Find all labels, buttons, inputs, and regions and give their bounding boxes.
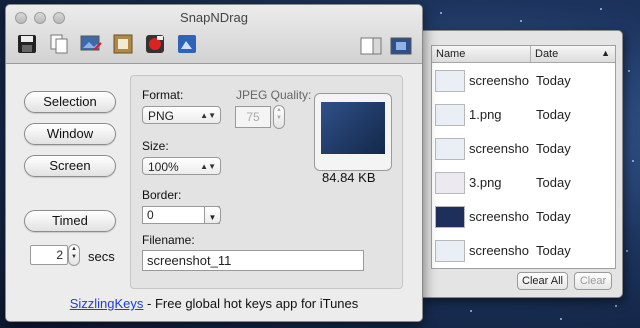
preview-image	[321, 102, 385, 154]
column-date-header[interactable]: Date	[535, 48, 558, 60]
file-name: screensho	[469, 141, 529, 156]
size-label: Size:	[142, 139, 169, 153]
file-date: Today	[536, 107, 571, 122]
settings-group: Format: PNG ▲▼ JPEG Quality: 75 ▲ ▼ Size:…	[130, 75, 403, 289]
format-value: PNG	[148, 109, 175, 123]
chevron-down-icon: ▼	[208, 213, 217, 222]
file-date: Today	[536, 175, 571, 190]
list-item[interactable]: 3.png Today	[432, 165, 615, 199]
file-name: screensho	[469, 243, 529, 258]
clear-all-button[interactable]: Clear All	[517, 272, 568, 290]
list-item[interactable]: screensho Today	[432, 63, 615, 97]
title-bar: SnapNDrag	[6, 5, 422, 64]
file-date: Today	[536, 73, 571, 88]
copy-icon[interactable]	[48, 33, 70, 55]
toolbar	[16, 33, 198, 55]
timed-button[interactable]: Timed	[24, 210, 116, 232]
screenshot-preview[interactable]	[314, 93, 392, 171]
file-date: Today	[536, 243, 571, 258]
sizzlingkeys-link[interactable]: SizzlingKeys	[70, 296, 144, 311]
footer-text: - Free global hot keys app for iTunes	[143, 296, 359, 311]
size-select[interactable]: 100% ▲▼	[142, 157, 221, 175]
file-name: screensho	[469, 209, 529, 224]
jpeg-quality-label: JPEG Quality:	[236, 88, 312, 102]
jpeg-quality-field[interactable]: 75	[235, 106, 271, 128]
border-value: 0	[147, 208, 154, 222]
column-name-header[interactable]: Name	[436, 48, 465, 60]
sidebar-toggle-icon[interactable]	[360, 35, 382, 57]
history-list[interactable]: Name Date ▲ screensho Today 1.png Today scre…	[431, 45, 616, 269]
picture-icon[interactable]	[176, 33, 198, 55]
list-item[interactable]: screensho Today	[432, 131, 615, 165]
screen-capture-icon[interactable]	[390, 35, 412, 57]
size-value: 100%	[148, 160, 179, 174]
updown-arrows-icon: ▲▼	[200, 111, 216, 120]
list-header: Name Date ▲	[432, 46, 615, 63]
file-name: 3.png	[469, 175, 502, 190]
timer-unit-label: secs	[88, 249, 115, 264]
main-window: SnapNDrag Selection Window Screen Timed …	[5, 4, 423, 322]
file-name: 1.png	[469, 107, 502, 122]
timer-stepper[interactable]: ▲ ▼	[68, 244, 80, 266]
updown-arrows-icon: ▲▼	[200, 162, 216, 171]
file-name: screensho	[469, 73, 529, 88]
format-select[interactable]: PNG ▲▼	[142, 106, 221, 124]
filename-label: Filename:	[142, 233, 195, 247]
sort-arrow-icon: ▲	[601, 48, 610, 58]
jpeg-quality-stepper[interactable]: ▲ ▼	[273, 105, 285, 129]
frame-icon[interactable]	[112, 33, 134, 55]
history-panel: Name Date ▲ screensho Today 1.png Today scre…	[421, 30, 623, 298]
toolbar-right	[360, 35, 412, 57]
timer-field[interactable]: 2	[30, 245, 68, 265]
list-item[interactable]: screensho Today	[432, 233, 615, 267]
border-dropdown-button[interactable]: ▼	[204, 206, 221, 224]
thumbnail-image	[435, 240, 465, 262]
list-item[interactable]: 1.png Today	[432, 97, 615, 131]
window-button[interactable]: Window	[24, 123, 116, 145]
selection-button[interactable]: Selection	[24, 91, 116, 113]
filename-field[interactable]: screenshot_11	[142, 250, 364, 271]
border-label: Border:	[142, 188, 182, 202]
thumbnail-image	[435, 104, 465, 126]
file-date: Today	[536, 209, 571, 224]
thumbnail-image	[435, 138, 465, 160]
thumbnail-image	[435, 206, 465, 228]
thumbnail-image	[435, 172, 465, 194]
file-date: Today	[536, 141, 571, 156]
edit-image-icon[interactable]	[80, 33, 102, 55]
screen-button[interactable]: Screen	[24, 155, 116, 177]
window-title: SnapNDrag	[180, 10, 248, 25]
filename-value: screenshot_11	[147, 253, 232, 268]
file-size-label: 84.84 KB	[322, 170, 376, 185]
record-icon[interactable]	[144, 33, 166, 55]
format-label: Format:	[142, 88, 184, 102]
content-area: Selection Window Screen Timed 2 ▲ ▼ secs …	[6, 64, 422, 321]
thumbnail-image	[435, 70, 465, 92]
list-item[interactable]: screensho Today	[432, 199, 615, 233]
clear-button[interactable]: Clear	[574, 272, 612, 290]
footer: SizzlingKeys - Free global hot keys app …	[6, 296, 422, 311]
save-icon[interactable]	[16, 33, 38, 55]
